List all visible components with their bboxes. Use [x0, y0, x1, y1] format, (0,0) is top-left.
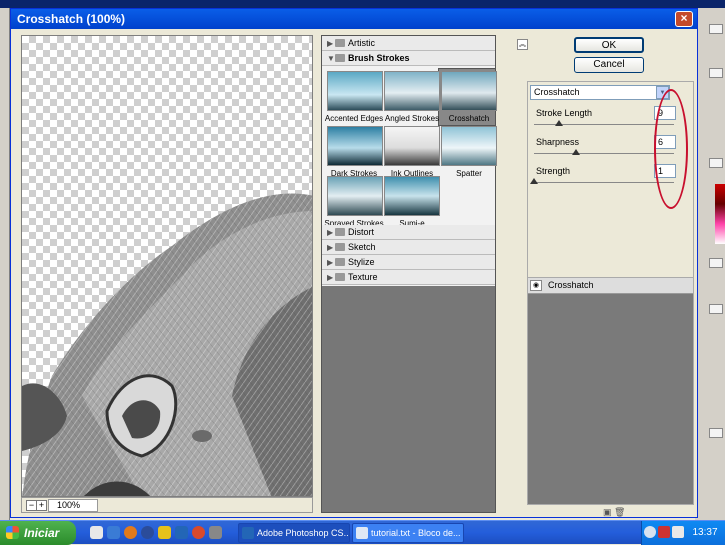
delete-effect-layer-icon[interactable]: 🗑 — [614, 507, 625, 517]
sharpness-slider-handle[interactable] — [572, 149, 580, 155]
panel-collapse-icon[interactable] — [709, 158, 723, 168]
quicklaunch-desktop-icon[interactable] — [90, 526, 103, 539]
background-app-right-panels — [695, 8, 725, 520]
strength-slider-handle[interactable] — [530, 178, 538, 184]
filter-thumb-spatter[interactable] — [441, 126, 497, 166]
background-app-titlebar — [0, 0, 725, 8]
panel-collapse-icon[interactable] — [709, 68, 723, 78]
folder-icon — [335, 273, 345, 281]
filter-thumb-accented-edges[interactable] — [327, 71, 383, 111]
zoom-in-button[interactable]: + — [36, 500, 47, 511]
strength-slider[interactable] — [534, 182, 674, 183]
zoom-level[interactable]: 100% — [48, 499, 98, 512]
filter-select[interactable]: Crosshatch — [530, 85, 670, 100]
filter-thumb-angled-strokes[interactable] — [384, 71, 440, 111]
tray-acrobat-icon[interactable] — [672, 526, 684, 538]
close-button[interactable]: × — [675, 11, 693, 27]
ok-button[interactable]: OK — [574, 37, 644, 53]
category-artistic[interactable]: ▶ Artistic — [322, 36, 495, 51]
sharpness-label: Sharpness — [536, 137, 580, 147]
stroke-length-slider-handle[interactable] — [555, 120, 564, 126]
notepad-icon — [356, 527, 368, 539]
folder-icon — [335, 258, 345, 266]
preview-image — [22, 193, 312, 496]
taskbar-clock: 13:37 — [692, 527, 718, 538]
panel-collapse-icon[interactable] — [709, 24, 723, 34]
expand-triangle-icon: ▶ — [327, 228, 334, 237]
windows-logo-icon — [6, 526, 19, 539]
dialog-title: Crosshatch (100%) — [17, 12, 126, 26]
task-photoshop[interactable]: Adobe Photoshop CS... — [238, 523, 350, 543]
filter-thumb-crosshatch[interactable] — [441, 71, 497, 111]
effect-layers-panel: ◉ Crosshatch — [527, 277, 694, 505]
filter-label: Crosshatch — [448, 114, 490, 123]
filter-dialog: Crosshatch (100%) × − 100% + ▶ Artistic … — [10, 8, 698, 518]
category-sketch[interactable]: ▶ Sketch — [322, 240, 495, 255]
layer-buttons: ▣ 🗑 — [603, 507, 633, 519]
new-effect-layer-icon[interactable]: ▣ — [603, 507, 612, 517]
start-button[interactable]: Iniciar — [0, 521, 76, 545]
dialog-titlebar[interactable]: Crosshatch (100%) — [11, 9, 697, 29]
folder-icon — [335, 54, 345, 62]
category-stylize[interactable]: ▶ Stylize — [322, 255, 495, 270]
collapse-gallery-icon[interactable]: ︽ — [517, 39, 528, 50]
filter-thumb-sprayed-strokes[interactable] — [327, 176, 383, 216]
filter-gallery: ▶ Artistic ▼ Brush Strokes Accented Edge… — [321, 35, 497, 513]
filter-label: Spatter — [456, 169, 482, 178]
folder-icon — [335, 243, 345, 251]
effect-layer-label: Crosshatch — [548, 280, 594, 290]
quicklaunch-photoshop-icon[interactable] — [175, 526, 188, 539]
quicklaunch-app-icon[interactable] — [209, 526, 222, 539]
strength-label: Strength — [536, 166, 571, 176]
sharpness-slider[interactable] — [534, 153, 674, 154]
folder-icon — [335, 228, 345, 236]
task-notepad[interactable]: tutorial.txt - Bloco de... — [352, 523, 464, 543]
expand-triangle-icon: ▶ — [327, 258, 334, 267]
eye-icon[interactable]: ◉ — [530, 280, 542, 291]
photoshop-icon — [242, 527, 254, 539]
effect-layer-row[interactable]: ◉ Crosshatch — [528, 278, 693, 294]
filter-thumb-dark-strokes[interactable] — [327, 126, 383, 166]
panel-collapse-icon[interactable] — [709, 428, 723, 438]
expand-triangle-icon: ▶ — [327, 273, 334, 282]
category-texture[interactable]: ▶ Texture — [322, 270, 495, 285]
red-annotation-ellipse — [654, 89, 688, 209]
panel-collapse-icon[interactable] — [709, 304, 723, 314]
cancel-button[interactable]: Cancel — [574, 57, 644, 73]
expand-triangle-icon: ▶ — [327, 243, 334, 252]
quicklaunch-messenger-icon[interactable] — [141, 526, 154, 539]
stroke-length-label: Stroke Length — [536, 108, 593, 118]
filter-thumb-sumi-e[interactable] — [384, 176, 440, 216]
expand-triangle-icon: ▶ — [327, 39, 334, 48]
quicklaunch-ie-icon[interactable] — [107, 526, 120, 539]
category-brush-strokes[interactable]: ▼ Brush Strokes — [322, 51, 495, 66]
tray-antivirus-icon[interactable] — [658, 526, 670, 538]
color-swatch-strip — [715, 184, 725, 244]
filter-label: Angled Strokes — [384, 114, 440, 123]
filter-label: Accented Edges — [324, 114, 384, 123]
filter-thumb-ink-outlines[interactable] — [384, 126, 440, 166]
tray-clock-icon[interactable] — [644, 526, 656, 538]
start-label: Iniciar — [24, 526, 60, 540]
folder-icon — [335, 39, 345, 47]
quicklaunch-media-icon[interactable] — [158, 526, 171, 539]
taskbar: Iniciar Adobe Photoshop CS... tutorial.t… — [0, 520, 725, 545]
panel-collapse-icon[interactable] — [709, 258, 723, 268]
zoom-bar: − 100% + — [21, 497, 313, 513]
category-distort[interactable]: ▶ Distort — [322, 225, 495, 240]
preview-canvas[interactable] — [21, 35, 313, 497]
collapse-triangle-icon: ▼ — [327, 54, 335, 63]
background-app-left-toolbar — [0, 8, 10, 520]
quicklaunch-firefox-icon[interactable] — [124, 526, 137, 539]
quicklaunch-browser-icon[interactable] — [192, 526, 205, 539]
